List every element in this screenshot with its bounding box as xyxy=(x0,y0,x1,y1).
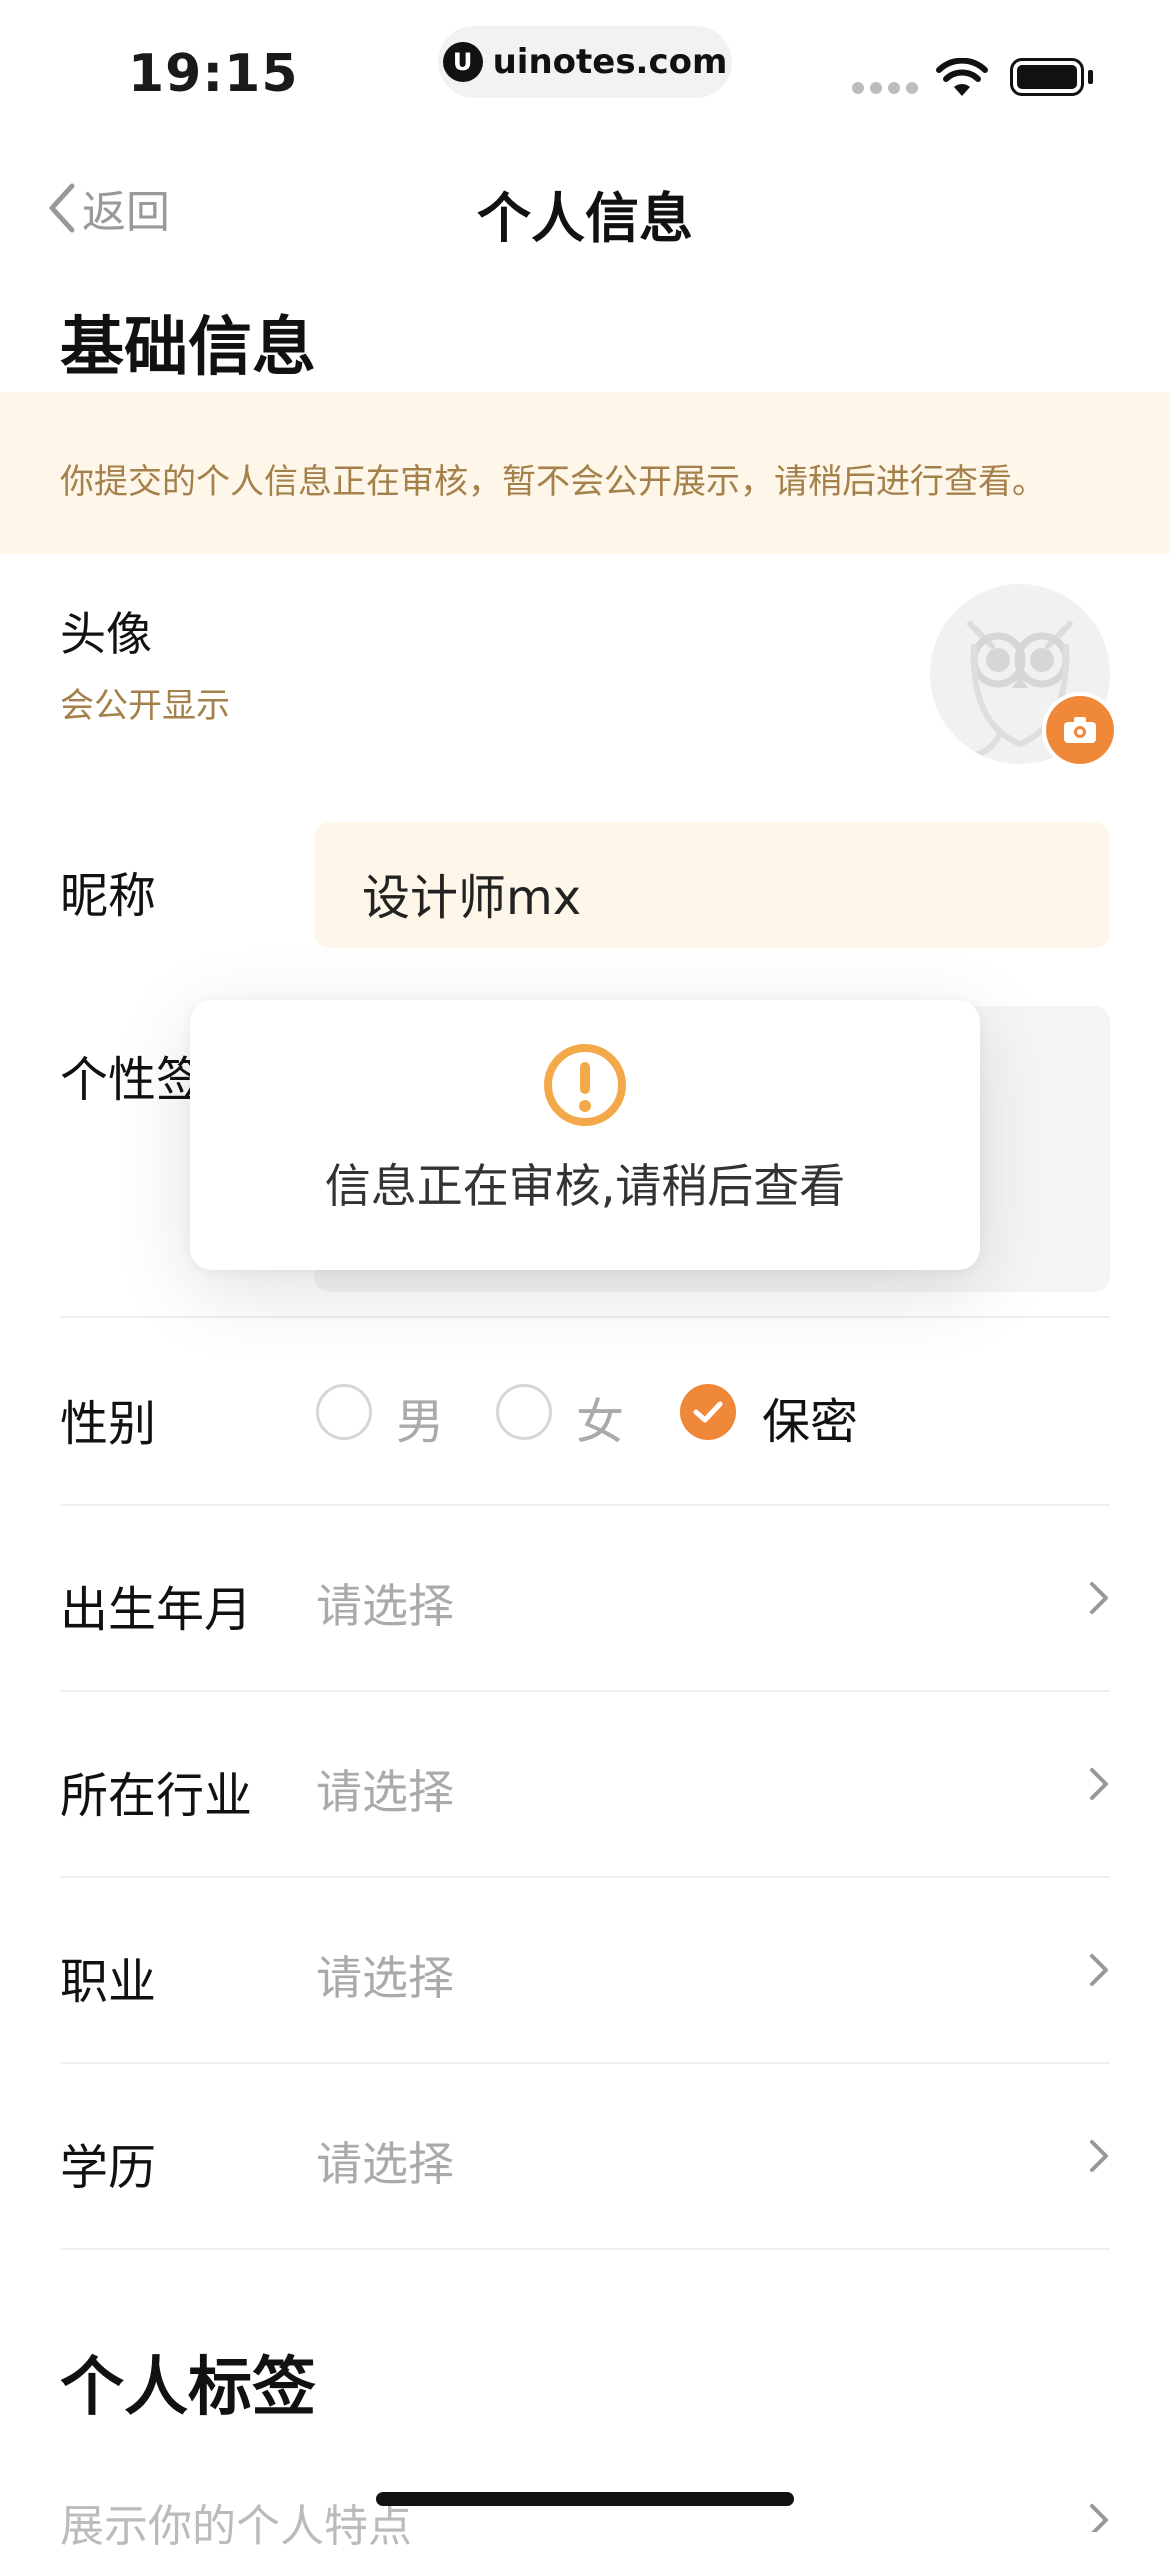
site-logo-icon: U xyxy=(442,42,483,82)
avatar-public-hint: 会公开显示 xyxy=(60,686,230,726)
occupation-picker[interactable]: 请选择 xyxy=(316,1942,454,2008)
gender-option-female[interactable]: 女 xyxy=(576,1382,624,1452)
avatar-label: 头像 xyxy=(60,607,152,661)
warning-icon xyxy=(544,1044,626,1126)
signature-label: 个性签 xyxy=(60,1052,205,1108)
divider xyxy=(60,1504,1110,1506)
divider xyxy=(60,1690,1110,1692)
gender-radio-secret[interactable] xyxy=(680,1384,736,1440)
personal-tags-heading: 个人标签 xyxy=(60,2351,316,2425)
home-indicator xyxy=(376,2492,794,2506)
divider xyxy=(60,1876,1110,1878)
gender-option-secret[interactable]: 保密 xyxy=(762,1382,858,1452)
cellular-signal-icon xyxy=(852,82,918,94)
wifi-icon xyxy=(936,58,988,96)
divider xyxy=(60,2062,1110,2064)
checkmark-icon xyxy=(693,1401,723,1423)
toast-message: 信息正在审核,请稍后查看 xyxy=(324,1159,846,1213)
chevron-right-icon xyxy=(1090,2140,1108,2172)
industry-label: 所在行业 xyxy=(60,1768,253,1824)
divider xyxy=(60,1316,1110,1318)
birthdate-label: 出生年月 xyxy=(60,1582,253,1638)
birthdate-picker[interactable]: 请选择 xyxy=(316,1570,454,1636)
review-notice-text: 你提交的个人信息正在审核，暂不会公开展示，请稍后进行查看。 xyxy=(60,462,1046,502)
chevron-right-icon xyxy=(1090,2504,1108,2532)
chevron-right-icon xyxy=(1090,1582,1108,1614)
url-pill[interactable]: U uinotes.com xyxy=(438,26,732,98)
chevron-right-icon xyxy=(1090,1768,1108,1800)
basic-info-heading: 基础信息 xyxy=(60,311,316,385)
gender-option-male[interactable]: 男 xyxy=(396,1382,444,1452)
review-toast xyxy=(190,1000,980,1270)
status-time: 19:15 xyxy=(128,44,299,104)
industry-picker[interactable]: 请选择 xyxy=(316,1756,454,1822)
camera-icon[interactable] xyxy=(1046,696,1114,764)
divider xyxy=(60,2248,1110,2250)
gender-radio-female[interactable] xyxy=(496,1384,552,1440)
page-title: 个人信息 xyxy=(477,187,693,250)
gender-label: 性别 xyxy=(60,1396,157,1452)
education-picker[interactable]: 请选择 xyxy=(316,2128,454,2194)
occupation-label: 职业 xyxy=(60,1954,157,2010)
nickname-value: 设计师mx xyxy=(362,870,582,926)
education-label: 学历 xyxy=(60,2140,157,2196)
battery-icon xyxy=(1010,58,1084,96)
nickname-label: 昵称 xyxy=(60,868,157,924)
chevron-right-icon xyxy=(1090,1954,1108,1986)
gender-radio-male[interactable] xyxy=(316,1384,372,1440)
url-text: uinotes.com xyxy=(492,42,728,82)
battery-cap xyxy=(1088,70,1093,84)
personal-tags-row[interactable]: 展示你的个人特点 xyxy=(60,2490,412,2554)
